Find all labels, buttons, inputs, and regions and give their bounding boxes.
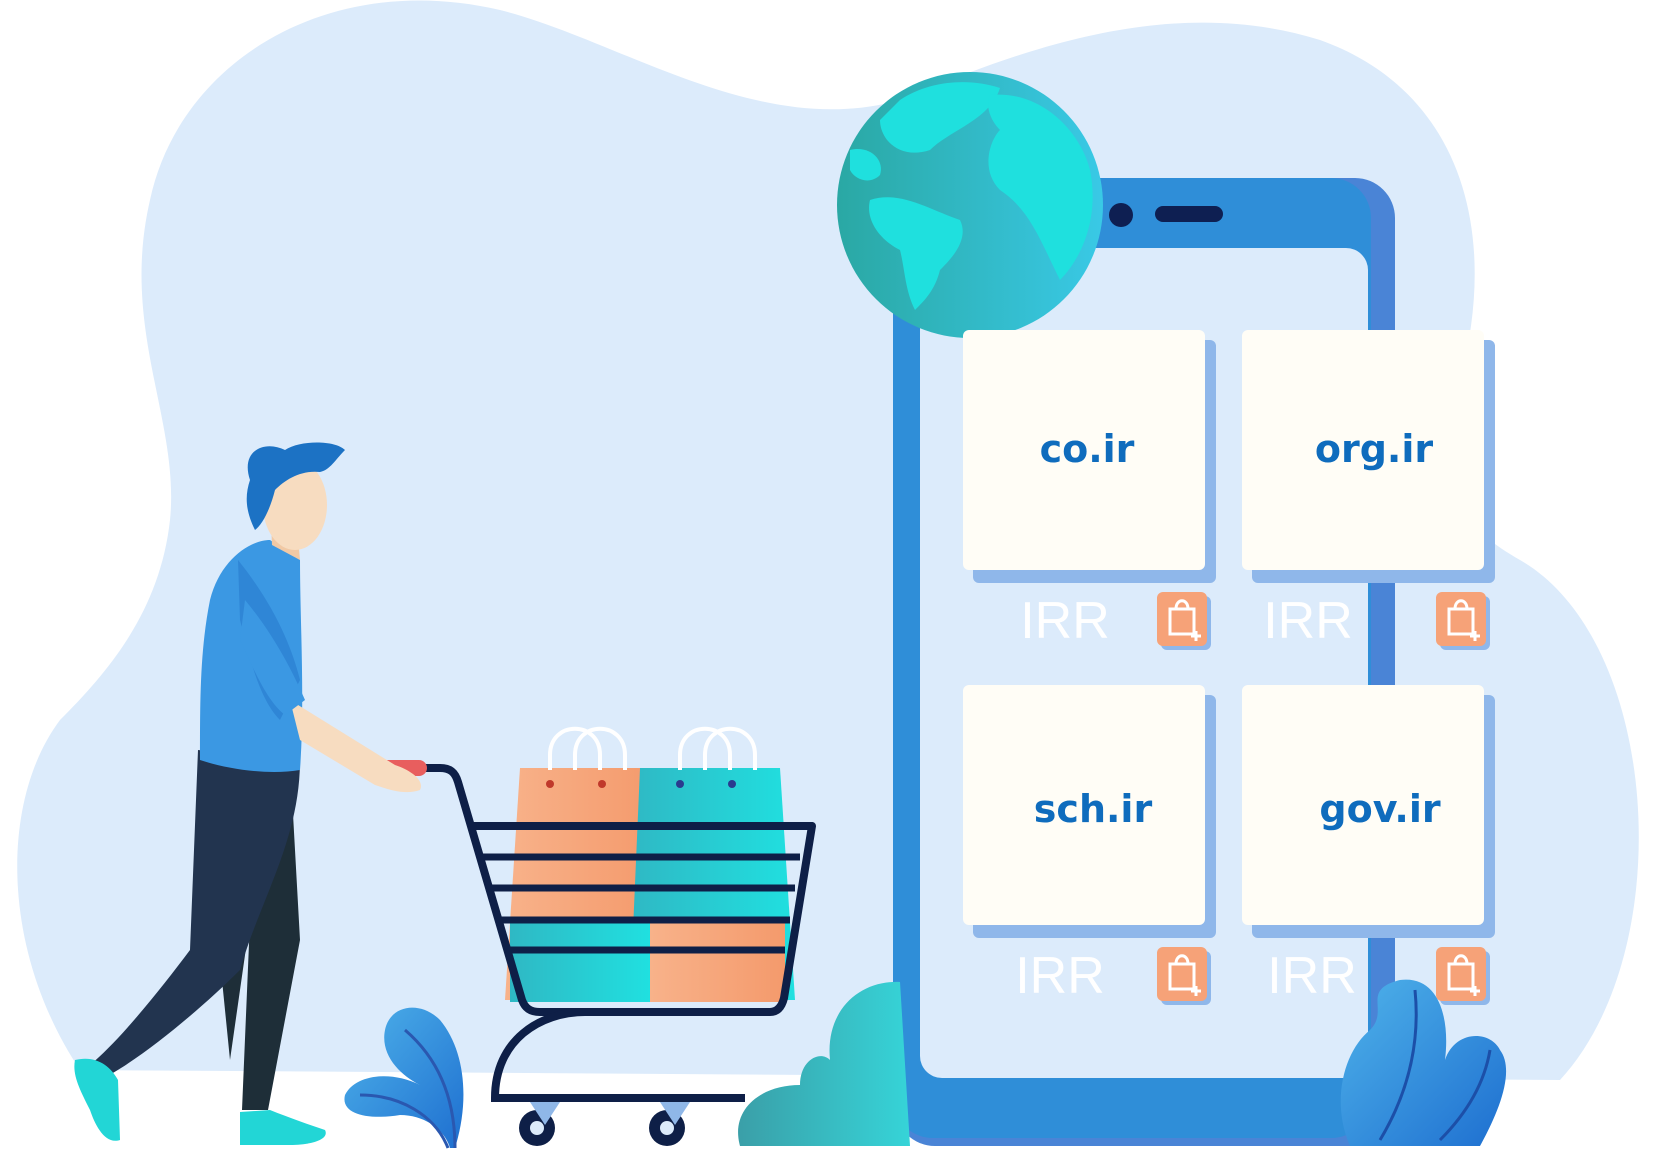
domain-name: sch.ir — [1034, 787, 1153, 831]
domain-name: gov.ir — [1319, 787, 1440, 831]
domain-currency: IRR — [1020, 592, 1110, 650]
domain-name: co.ir — [1040, 427, 1135, 471]
shopping-bag-plus-icon[interactable] — [1157, 947, 1211, 1005]
phone-speaker — [1155, 206, 1223, 222]
shopping-bag-plus-icon[interactable] — [1436, 592, 1490, 650]
illustration-scene: co.ir IRR org.ir IRR sch.ir IRR gov.ir IRR — [17, 0, 1639, 1149]
domain-currency: IRR — [1015, 947, 1105, 1005]
phone-camera — [1109, 203, 1133, 227]
shopping-bag-plus-icon[interactable] — [1157, 592, 1211, 650]
domain-name: org.ir — [1315, 427, 1434, 471]
domain-currency: IRR — [1267, 947, 1357, 1005]
domain-currency: IRR — [1263, 592, 1353, 650]
globe-icon — [837, 72, 1103, 338]
shopping-bag-plus-icon[interactable] — [1436, 947, 1490, 1005]
